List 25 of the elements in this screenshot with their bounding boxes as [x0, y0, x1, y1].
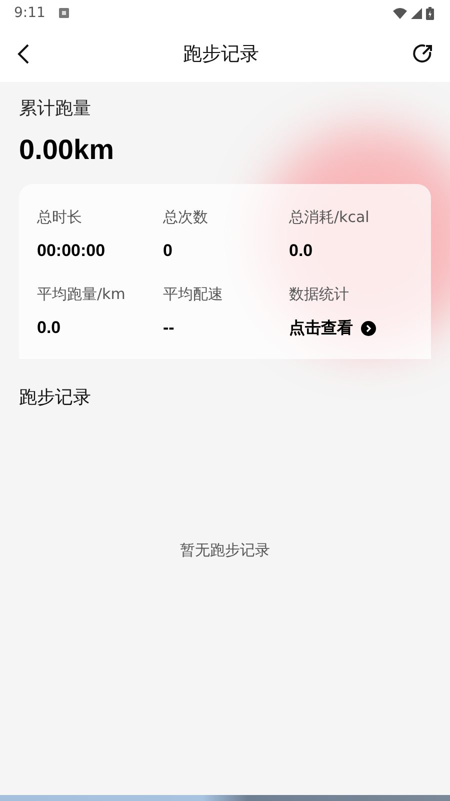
- stat-value: 00:00:00: [37, 241, 106, 261]
- stat-value: --: [163, 318, 176, 338]
- notification-icon: [59, 8, 70, 18]
- share-icon: [412, 43, 434, 65]
- stat-value: 0.0: [37, 318, 62, 338]
- stat-value: 0.0: [289, 241, 314, 261]
- back-icon: [16, 43, 30, 65]
- total-distance-label: 累计跑量: [19, 97, 92, 120]
- view-link[interactable]: 点击查看: [289, 318, 431, 339]
- stat-label: 总次数: [163, 208, 209, 227]
- wifi-icon: [393, 8, 407, 18]
- page-title: 跑步记录: [183, 42, 259, 67]
- status-time: 9:11: [14, 5, 46, 21]
- stat-label: 数据统计: [289, 285, 350, 304]
- stat-label: 平均配速: [163, 285, 224, 304]
- chevron-icon: [361, 321, 376, 336]
- section-title: 跑步记录: [19, 386, 92, 409]
- signal-icon: [411, 8, 422, 18]
- total-distance-value: 0.00km: [19, 134, 115, 166]
- stat-label: 总消耗/kcal: [289, 208, 370, 227]
- empty-message: 暂无跑步记录: [180, 541, 270, 560]
- battery-icon: [426, 6, 434, 20]
- stat-label: 平均跑量/km: [37, 285, 126, 304]
- stat-value: 0: [163, 241, 174, 261]
- stat-label: 总时长: [37, 208, 83, 227]
